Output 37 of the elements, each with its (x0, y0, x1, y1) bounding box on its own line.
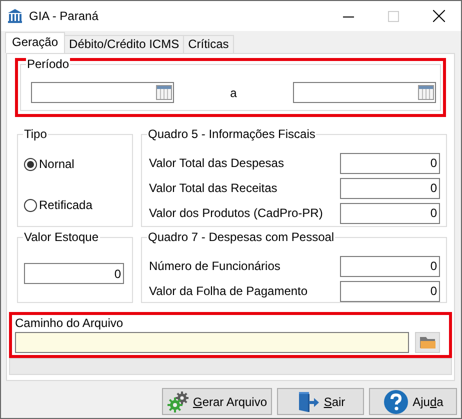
folder-icon (420, 336, 436, 349)
calendar-icon[interactable] (418, 85, 434, 100)
bank-icon (7, 8, 23, 24)
field-label: Caminho do Arquivo (15, 316, 124, 330)
date-field[interactable] (293, 82, 436, 103)
field-label: Valor Total das Despesas (149, 156, 284, 170)
group-title: Quadro 7 - Despesas com Pessoal (147, 230, 336, 244)
radio-option[interactable]: Nornal (24, 156, 126, 172)
number-field[interactable]: 0 (340, 178, 440, 198)
radio-option[interactable]: Retificada (24, 197, 126, 213)
number-field[interactable]: 0 (340, 152, 440, 174)
group-title: Tipo (23, 127, 48, 141)
browse-button[interactable] (415, 332, 440, 353)
help-icon (382, 388, 409, 414)
gears-icon (166, 390, 189, 412)
exit-button[interactable]: Sair (277, 388, 364, 415)
calendar-icon[interactable] (156, 85, 172, 100)
field-label: Número de Funcionários (149, 259, 280, 273)
close-icon[interactable] (432, 10, 444, 22)
date-field[interactable] (31, 82, 174, 103)
group-title: Valor Estoque (23, 230, 100, 244)
path-field[interactable] (15, 332, 409, 353)
field-label: Valor da Folha de Pagamento (149, 284, 308, 298)
group-title: Período (26, 57, 70, 71)
tab[interactable]: Críticas (183, 35, 234, 53)
separator-label: a (229, 86, 238, 100)
number-field[interactable]: 0 (340, 280, 440, 302)
number-field[interactable]: 0 (340, 202, 440, 224)
window-title: GIA - Paraná (29, 9, 100, 23)
tab[interactable]: Geração (5, 32, 66, 53)
stock-field[interactable]: 0 (24, 263, 124, 284)
help-button[interactable]: Ajuda (369, 388, 457, 415)
group-title: Quadro 5 - Informações Fiscais (147, 127, 316, 141)
field-label: Valor dos Produtos (CadPro-PR) (149, 206, 323, 220)
field-label: Valor Total das Receitas (149, 181, 278, 195)
number-field[interactable]: 0 (340, 256, 440, 276)
generate-button[interactable]: Gerar Arquivo (162, 388, 272, 415)
